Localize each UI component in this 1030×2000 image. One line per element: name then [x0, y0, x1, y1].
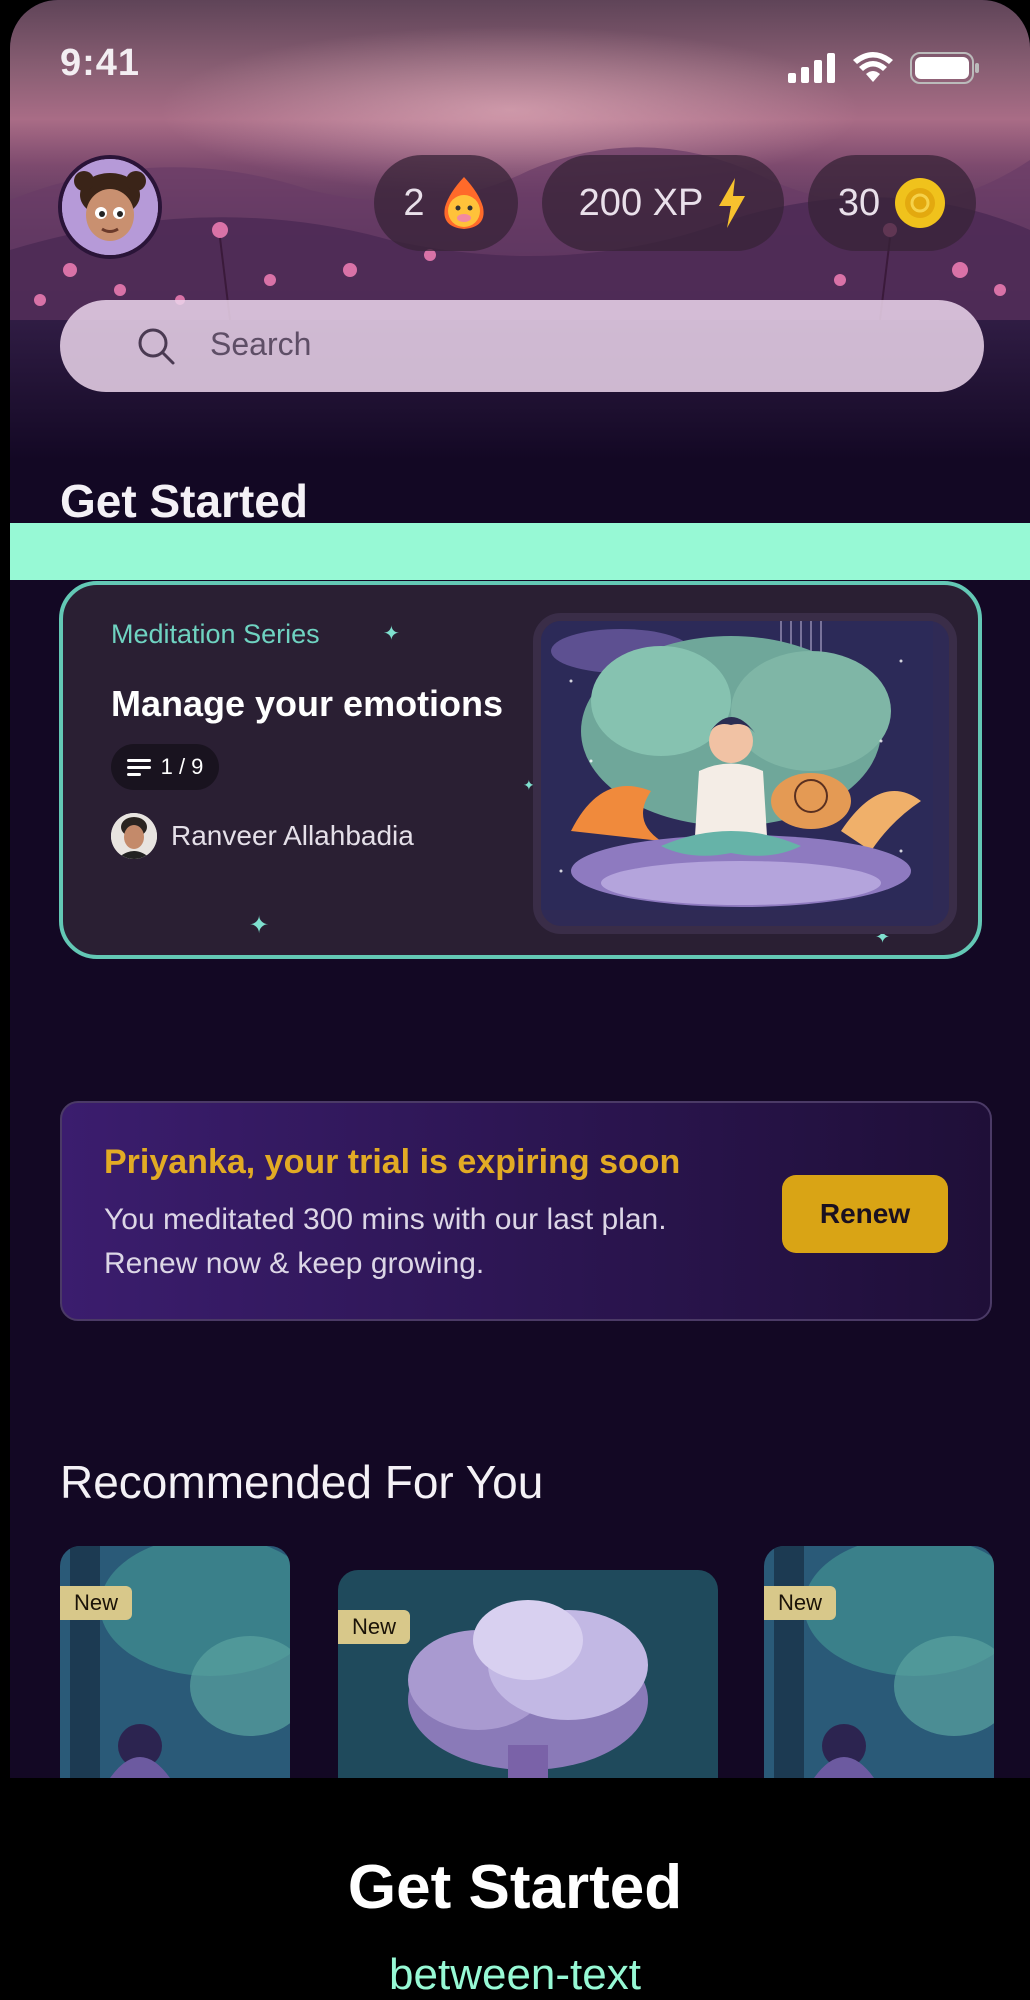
wifi-icon — [853, 52, 893, 82]
status-time: 9:41 — [60, 42, 141, 84]
meditation-series-card[interactable]: Meditation Series Manage your emotions 1… — [59, 581, 982, 959]
author-photo — [111, 813, 157, 859]
bottom-sheet-subtitle: between-text — [389, 1950, 641, 1999]
get-started-heading: Get Started — [60, 475, 308, 527]
coins-pill[interactable]: 30 — [808, 155, 976, 251]
new-badge: New — [60, 1586, 133, 1620]
streak-count: 2 — [403, 181, 425, 224]
battery-icon — [910, 52, 979, 84]
author-avatar — [111, 813, 157, 859]
search-icon — [138, 328, 175, 365]
coin-icon — [895, 178, 946, 228]
renew-button[interactable]: Renew — [782, 1175, 948, 1253]
streak-pill[interactable]: 2 — [374, 155, 518, 251]
status-icons — [788, 52, 980, 84]
forest-reading-art — [764, 1546, 994, 1778]
status-bar: 9:41 — [10, 0, 1030, 120]
avatar-illustration — [62, 159, 158, 255]
lightning-icon — [719, 178, 746, 228]
recommended-card[interactable]: New — [60, 1546, 290, 1778]
episode-progress-chip: 1 / 9 — [111, 744, 219, 790]
recommended-heading: Recommended For You — [60, 1456, 544, 1508]
bottom-sheet-title: Get Started — [347, 1853, 683, 1922]
episode-progress: 1 / 9 — [160, 754, 204, 779]
highlight-bar — [10, 523, 1030, 580]
list-icon — [126, 759, 151, 776]
series-title: Manage your emotions — [111, 683, 504, 724]
fire-face-icon — [443, 177, 484, 229]
forest-reading-art — [60, 1546, 290, 1778]
sparkle-icon: ✦ — [383, 623, 400, 645]
trial-banner: Priyanka, your trial is expiring soon Yo… — [60, 1101, 992, 1321]
new-badge: New — [764, 1586, 837, 1620]
profile-avatar[interactable] — [58, 155, 162, 259]
sparkle-icon: ✦ — [249, 912, 270, 939]
recommended-card[interactable]: New — [338, 1570, 718, 1778]
series-author: Ranveer Allahbadia — [111, 813, 414, 859]
app-screen: 9:41 2 200 XP 30 Search Get Started Medi… — [10, 0, 1030, 1778]
author-name: Ranveer Allahbadia — [171, 820, 414, 851]
trial-title: Priyanka, your trial is expiring soon — [104, 1143, 681, 1181]
meditating-person-art — [541, 621, 933, 910]
signal-icon — [788, 53, 835, 83]
trial-message: You meditated 300 mins with our last pla… — [104, 1203, 667, 1280]
xp-pill[interactable]: 200 XP — [542, 155, 784, 251]
xp-label: 200 XP — [578, 181, 704, 224]
recommended-card[interactable]: New — [764, 1546, 994, 1778]
meditation-illustration — [533, 613, 957, 934]
new-badge: New — [338, 1610, 411, 1644]
series-eyebrow: Meditation Series — [111, 619, 320, 649]
coins-count: 30 — [837, 181, 881, 224]
cloud-art — [338, 1570, 718, 1778]
search-bar[interactable]: Search — [60, 300, 984, 392]
search-input[interactable]: Search — [210, 326, 311, 363]
